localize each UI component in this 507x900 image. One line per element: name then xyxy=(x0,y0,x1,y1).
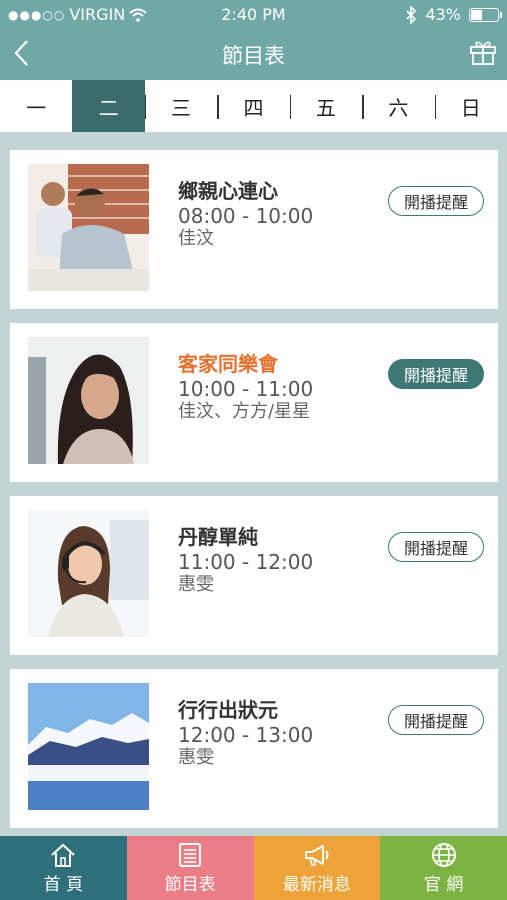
schedule-icon xyxy=(179,842,202,867)
day-tab[interactable]: 六 xyxy=(362,80,434,132)
battery-percent: 43% xyxy=(425,5,461,24)
nav-bar: 節目表 xyxy=(0,28,507,80)
program-title: 鄉親心連心 xyxy=(178,179,278,203)
tab-label: 首 頁 xyxy=(43,874,84,895)
program-card[interactable]: 鄉親心連心 08:00 - 10:00 佳汶 開播提醒 xyxy=(10,150,498,309)
program-list: 鄉親心連心 08:00 - 10:00 佳汶 開播提醒 客家同樂會 10:00 … xyxy=(10,150,498,842)
battery-icon xyxy=(469,7,502,22)
day-tab[interactable]: 二 xyxy=(72,80,145,132)
program-card[interactable]: 行行出狀元 12:00 - 13:00 惠雯 開播提醒 xyxy=(10,669,498,828)
day-tab[interactable]: 日 xyxy=(434,80,507,132)
day-tab[interactable]: 一 xyxy=(0,80,72,132)
program-thumbnail xyxy=(28,337,149,464)
bluetooth-icon xyxy=(406,5,417,24)
tab-label: 節目表 xyxy=(164,874,216,895)
program-host: 佳汶 xyxy=(178,228,214,249)
program-card[interactable]: 客家同樂會 10:00 - 11:00 佳汶、方方/星星 開播提醒 xyxy=(10,323,498,482)
program-thumbnail xyxy=(28,510,149,637)
program-title: 丹醇單純 xyxy=(178,525,258,549)
globe-icon xyxy=(431,842,456,867)
remind-button[interactable]: 開播提醒 xyxy=(388,532,484,562)
day-tab[interactable]: 五 xyxy=(289,80,362,132)
program-host: 惠雯 xyxy=(178,747,214,768)
status-bar: ●●●○○ VIRGIN 2:40 PM 43% xyxy=(0,0,507,28)
home-icon xyxy=(51,843,76,867)
program-title: 客家同樂會 xyxy=(178,352,278,376)
program-thumbnail xyxy=(28,683,149,810)
program-card[interactable]: 丹醇單純 11:00 - 12:00 惠雯 開播提醒 xyxy=(10,496,498,655)
program-time: 12:00 - 13:00 xyxy=(178,723,314,747)
program-title: 行行出狀元 xyxy=(178,698,278,722)
megaphone-icon xyxy=(304,844,329,866)
tab-website[interactable]: 官 網 xyxy=(380,836,507,900)
program-time: 11:00 - 12:00 xyxy=(178,550,314,574)
program-time: 10:00 - 11:00 xyxy=(178,377,314,401)
tab-label: 官 網 xyxy=(423,874,464,895)
program-time: 08:00 - 10:00 xyxy=(178,204,314,228)
page-title: 節目表 xyxy=(222,44,285,68)
gift-icon[interactable] xyxy=(469,38,497,66)
weekday-tabs: 一二三四五六日 xyxy=(0,80,507,132)
program-host: 惠雯 xyxy=(178,574,214,595)
tab-news[interactable]: 最新消息 xyxy=(253,836,381,900)
remind-button[interactable]: 開播提醒 xyxy=(388,705,484,735)
day-tab[interactable]: 四 xyxy=(217,80,289,132)
bottom-tab-bar: 首 頁 節目表 最新消息 官 網 xyxy=(0,836,507,900)
tab-label: 最新消息 xyxy=(282,874,351,895)
top-bar: ●●●○○ VIRGIN 2:40 PM 43% 節目表 xyxy=(0,0,507,80)
tab-home[interactable]: 首 頁 xyxy=(0,836,127,900)
day-tab[interactable]: 三 xyxy=(144,80,217,132)
program-host: 佳汶、方方/星星 xyxy=(178,401,311,422)
remind-button[interactable]: 開播提醒 xyxy=(388,359,484,389)
program-thumbnail xyxy=(28,164,149,291)
remind-button[interactable]: 開播提醒 xyxy=(388,186,484,216)
tab-schedule[interactable]: 節目表 xyxy=(126,836,254,900)
